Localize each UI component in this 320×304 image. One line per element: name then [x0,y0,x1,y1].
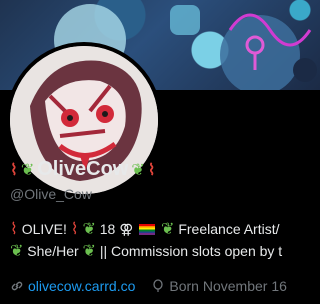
birthday-balloon-icon [153,279,164,292]
bio-age: 18 [99,221,116,237]
herb-icon: ❦ [10,241,24,260]
hot-pepper-icon: ⌇ [70,219,79,238]
website-link[interactable]: olivecow.carrd.co [28,278,135,294]
bio-line-2: ❦ She/Her ❦ || Commission slots open by … [10,240,320,262]
bio-line-1: ⌇ OLIVE! ⌇ ❦ 18 ⚢ ❦ Freelance Artist/ [10,218,320,240]
bio-role: Freelance Artist/ [178,221,280,237]
birth-date: Born November 16 [169,278,287,294]
herb-icon: ❦ [82,241,96,260]
profile-handle: @Olive_Cow [10,186,92,202]
bio-pronouns: She/Her [27,243,79,259]
herb-icon: ❦ [161,219,175,238]
herb-icon: ❦ [131,160,145,179]
hot-pepper-icon: ⌇ [10,160,18,179]
display-name-row: ⌇ ❦ OliveCow ❦ ⌇ [10,158,156,181]
bio-gender-symbol: ⚢ [119,221,134,237]
herb-icon: ❦ [82,219,96,238]
bio-name: OLIVE! [21,221,67,237]
rainbow-flag-icon [139,224,156,235]
link-icon [11,281,23,291]
herb-icon: ❦ [20,160,35,179]
hot-pepper-icon: ⌇ [10,219,18,238]
bio-commission-text: || Commission slots open by t [99,243,283,259]
display-name: OliveCow [37,158,129,180]
profile-meta: olivecow.carrd.co Born November 16 [10,278,287,294]
hot-pepper-icon: ⌇ [147,160,156,179]
profile-bio: ⌇ OLIVE! ⌇ ❦ 18 ⚢ ❦ Freelance Artist/ ❦ … [10,218,320,262]
